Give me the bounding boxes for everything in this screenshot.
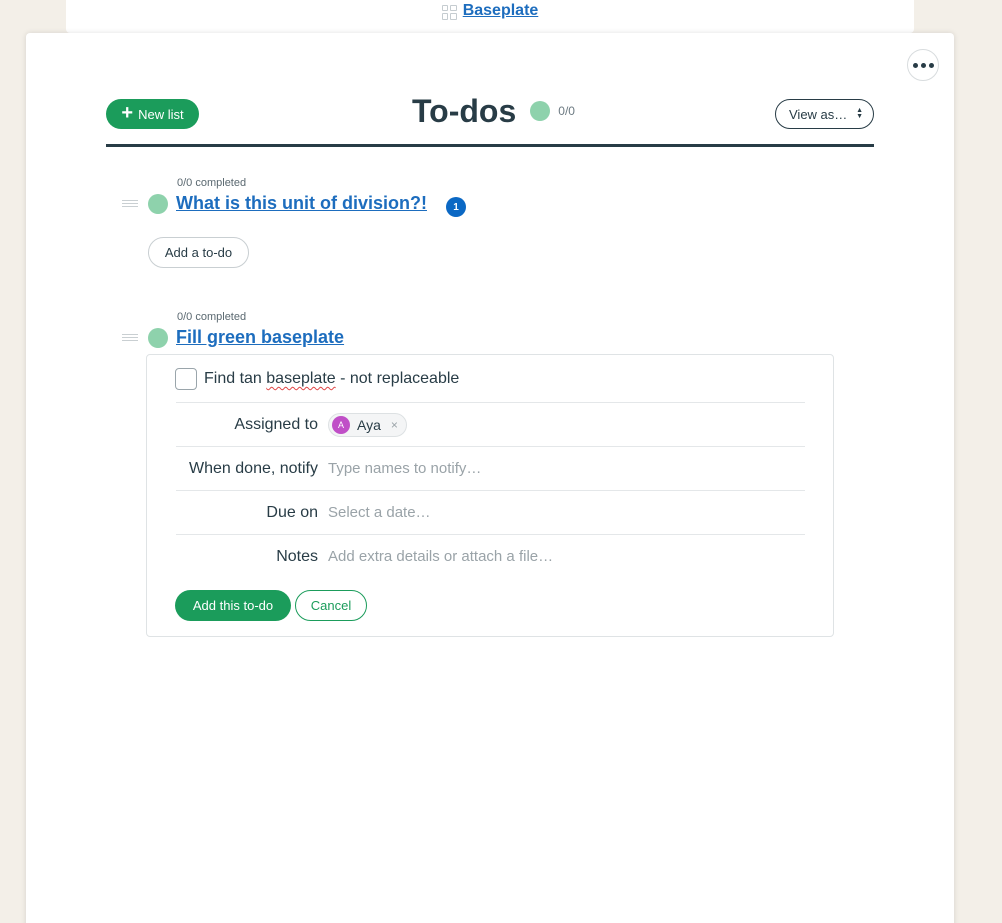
list-title-link[interactable]: What is this unit of division?!: [176, 193, 427, 214]
comment-count-badge[interactable]: 1: [446, 197, 466, 217]
dot-icon: [920, 62, 926, 68]
notify-row: When done, notify Type names to notify…: [176, 446, 805, 490]
title-group: To-dos 0/0: [412, 91, 575, 131]
list-completed-count: 0/0 completed: [177, 177, 247, 189]
due-date-input[interactable]: Select a date…: [328, 504, 431, 521]
breadcrumb-link[interactable]: Baseplate: [463, 2, 539, 20]
due-label: Due on: [266, 503, 318, 521]
progress-dot-icon: [530, 101, 551, 121]
notes-input[interactable]: Add extra details or attach a file…: [328, 548, 553, 565]
grid-icon: [441, 4, 457, 20]
cancel-button[interactable]: Cancel: [295, 590, 367, 621]
new-list-button[interactable]: + New list: [106, 99, 199, 129]
view-as-label: View as…: [789, 107, 848, 122]
new-list-label: New list: [138, 106, 184, 122]
todo-text-prefix: Find tan: [204, 370, 267, 387]
list-status-dot-icon: [148, 194, 168, 214]
notes-row: Notes Add extra details or attach a file…: [176, 534, 805, 578]
view-as-select[interactable]: View as… ▲ ▼: [775, 99, 874, 129]
todo-text-misspelled: baseplate: [266, 370, 336, 387]
new-todo-form: Find tan baseplate - not replaceable Ass…: [146, 354, 834, 637]
select-arrows-icon: ▲ ▼: [856, 107, 863, 120]
parent-card: Baseplate: [66, 0, 914, 33]
list-title-link[interactable]: Fill green baseplate: [176, 327, 344, 348]
more-options-button[interactable]: [907, 49, 939, 81]
add-this-todo-button[interactable]: Add this to-do: [175, 590, 291, 621]
list-completed-count: 0/0 completed: [177, 311, 247, 323]
todo-text-suffix: - not replaceable: [335, 370, 460, 387]
todo-count: 0/0: [558, 104, 575, 118]
avatar: A: [332, 415, 350, 434]
list-status-dot-icon: [148, 328, 168, 348]
todo-text-input[interactable]: Find tan baseplate - not replaceable: [204, 370, 459, 388]
dot-icon: [928, 62, 934, 68]
breadcrumb: Baseplate: [66, 2, 914, 20]
assignee-name: Aya: [357, 416, 381, 433]
notify-label: When done, notify: [189, 459, 318, 477]
assigned-row: Assigned to A Aya ×: [176, 402, 805, 446]
page-title: To-dos: [412, 92, 517, 129]
assigned-label: Assigned to: [234, 415, 318, 433]
drag-handle-icon[interactable]: [122, 334, 138, 343]
todo-checkbox[interactable]: [175, 368, 197, 390]
drag-handle-icon[interactable]: [122, 200, 138, 209]
add-todo-button[interactable]: Add a to-do: [148, 237, 249, 268]
notes-label: Notes: [276, 547, 318, 565]
dot-icon: [912, 62, 918, 68]
plus-icon: +: [121, 102, 134, 124]
page-header: + New list To-dos 0/0 View as… ▲ ▼: [106, 91, 874, 147]
assignee-chip[interactable]: A Aya ×: [328, 412, 407, 437]
notify-input[interactable]: Type names to notify…: [328, 460, 481, 477]
remove-assignee-icon[interactable]: ×: [391, 418, 398, 432]
due-row: Due on Select a date…: [176, 490, 805, 534]
